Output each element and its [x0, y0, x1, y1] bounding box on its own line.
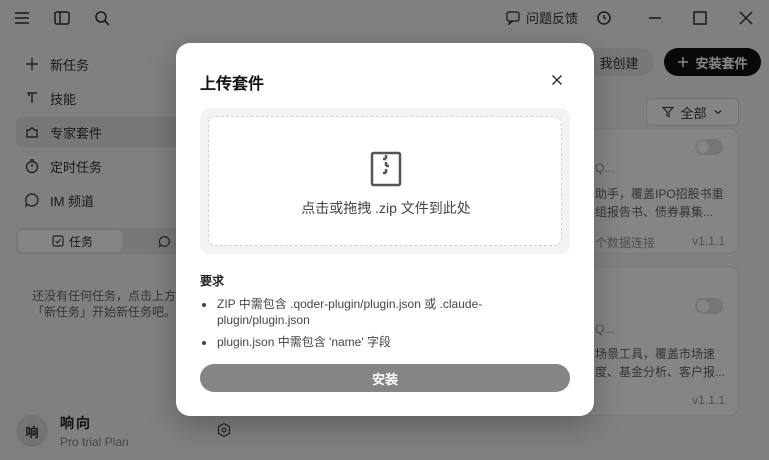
upload-suite-dialog: 上传套件 点击或拖拽 .zip 文件到此处 要求 ZIP 中需包含 .qoder…	[176, 43, 594, 416]
close-icon[interactable]	[548, 71, 566, 89]
requirements-title: 要求	[200, 274, 225, 288]
requirements-list: ZIP 中需包含 .qoder-plugin/plugin.json 或 .cl…	[200, 296, 550, 356]
upload-dropzone[interactable]: 点击或拖拽 .zip 文件到此处	[208, 116, 562, 246]
dropzone-label: 点击或拖拽 .zip 文件到此处	[301, 200, 471, 216]
dialog-title: 上传套件	[200, 76, 265, 93]
list-item: ZIP 中需包含 .qoder-plugin/plugin.json 或 .cl…	[200, 296, 550, 328]
zip-file-icon	[370, 151, 402, 187]
install-button[interactable]: 安装	[200, 364, 570, 392]
list-item: plugin.json 中需包含 'name' 字段	[200, 334, 550, 350]
upload-dropzone-frame: 点击或拖拽 .zip 文件到此处	[200, 108, 570, 254]
